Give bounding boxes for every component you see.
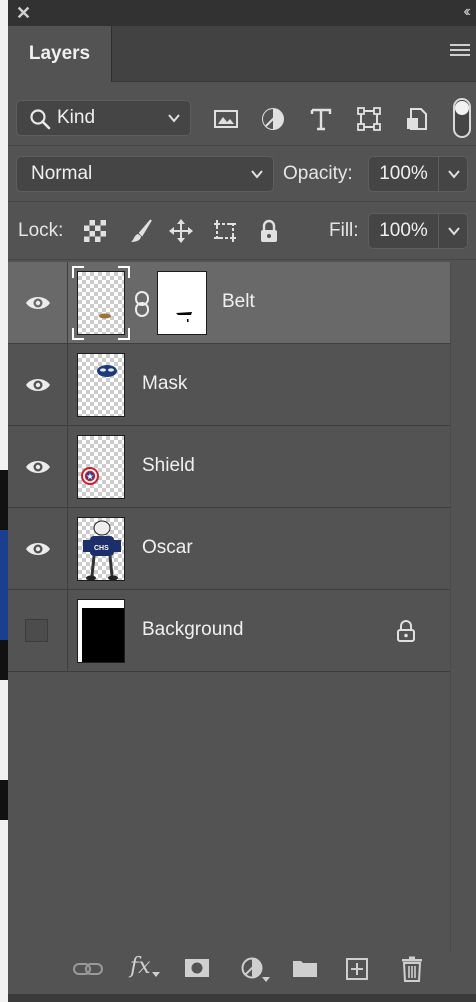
lock-image-pixels-icon[interactable] (128, 218, 154, 244)
mask-link-icon[interactable] (132, 290, 152, 318)
visibility-column (8, 262, 68, 344)
kind-filter-dropdown[interactable]: Kind (16, 100, 191, 136)
search-icon (30, 109, 51, 130)
blend-mode-dropdown[interactable]: Normal (16, 156, 274, 192)
layer-name[interactable]: Oscar (142, 537, 193, 559)
link-layers-icon[interactable] (72, 960, 104, 980)
blend-mode-value: Normal (31, 163, 93, 184)
selection-corners (72, 266, 130, 340)
fx-dropdown-icon (152, 972, 160, 977)
shape-filter-icon[interactable] (356, 106, 382, 132)
layer-thumbnail[interactable]: CHS (77, 517, 125, 581)
fill-label: Fill: (329, 220, 359, 241)
kind-label: Kind (57, 107, 96, 128)
filter-toggle[interactable] (453, 98, 471, 138)
visibility-column (8, 508, 68, 590)
lock-label: Lock: (18, 220, 64, 241)
filter-row: Kind (8, 90, 476, 146)
type-filter-icon[interactable] (308, 106, 334, 132)
layer-row-belt[interactable]: Belt (8, 262, 450, 344)
layer-row-shield[interactable]: Shield (8, 426, 450, 508)
visibility-column (8, 590, 68, 672)
visibility-toggle[interactable] (25, 619, 48, 642)
opacity-field[interactable]: 100% (368, 156, 468, 192)
visibility-column (8, 344, 68, 426)
svg-text:CHS: CHS (94, 545, 109, 552)
canvas-edge (0, 0, 8, 1002)
layers-list: Belt Mask Shield CHS Oscar Background (8, 262, 450, 672)
adjustment-layer-icon[interactable] (240, 957, 270, 983)
opacity-value[interactable]: 100% (369, 157, 439, 191)
panel-bottom-edge (8, 994, 476, 1002)
collapse-icon[interactable]: ‹‹ (463, 2, 470, 22)
layer-thumbnail[interactable] (77, 599, 125, 663)
lock-row: Lock: Fill: 100% (8, 202, 476, 260)
lock-all-icon[interactable] (256, 218, 282, 244)
fill-field[interactable]: 100% (368, 213, 468, 249)
layers-panel: ✕ ‹‹ Layers Kind Normal Opacity: 100% Lo… (8, 0, 476, 1002)
lock-transparent-pixels-icon[interactable] (82, 218, 108, 244)
panel-titlebar: ✕ ‹‹ (8, 0, 476, 26)
chevron-down-icon[interactable] (446, 220, 462, 242)
close-icon[interactable]: ✕ (16, 3, 31, 23)
delete-icon[interactable] (401, 956, 423, 982)
layer-thumbnail[interactable] (77, 435, 125, 499)
layer-name[interactable]: Belt (222, 291, 255, 313)
smart-object-filter-icon[interactable] (404, 106, 430, 132)
layer-name[interactable]: Background (142, 619, 243, 641)
panel-menu-icon[interactable] (450, 44, 470, 60)
fill-value[interactable]: 100% (369, 214, 439, 248)
eye-icon[interactable] (24, 539, 52, 559)
adjustment-filter-icon[interactable] (260, 106, 286, 132)
lock-icon (397, 620, 415, 642)
layer-row-oscar[interactable]: CHS Oscar (8, 508, 450, 590)
image-filter-icon[interactable] (213, 106, 239, 132)
layer-thumbnail[interactable] (77, 353, 125, 417)
layer-mask-thumbnail[interactable] (157, 271, 207, 335)
lock-artboard-icon[interactable] (212, 218, 238, 244)
layer-row-mask[interactable]: Mask (8, 344, 450, 426)
tab-layers[interactable]: Layers (8, 26, 112, 82)
add-mask-icon[interactable] (184, 958, 210, 978)
layer-name[interactable]: Shield (142, 455, 195, 477)
visibility-column (8, 426, 68, 508)
eye-icon[interactable] (24, 457, 52, 477)
chevron-down-icon[interactable] (446, 163, 462, 185)
fx-icon[interactable]: fx (130, 954, 151, 979)
group-folder-icon[interactable] (292, 958, 318, 978)
layer-name[interactable]: Mask (142, 373, 187, 395)
layer-row-background[interactable]: Background (8, 590, 450, 672)
opacity-label: Opacity: (283, 163, 353, 184)
blend-row: Normal Opacity: 100% (8, 146, 476, 202)
eye-icon[interactable] (24, 375, 52, 395)
chevron-down-icon (251, 170, 263, 179)
eye-icon[interactable] (24, 293, 52, 313)
layers-footer: fx (8, 950, 476, 990)
new-layer-icon[interactable] (346, 958, 368, 980)
layers-scrollbar[interactable] (450, 262, 476, 952)
lock-position-icon[interactable] (168, 218, 194, 244)
chevron-down-icon (168, 114, 180, 123)
tab-row: Layers (8, 26, 476, 82)
